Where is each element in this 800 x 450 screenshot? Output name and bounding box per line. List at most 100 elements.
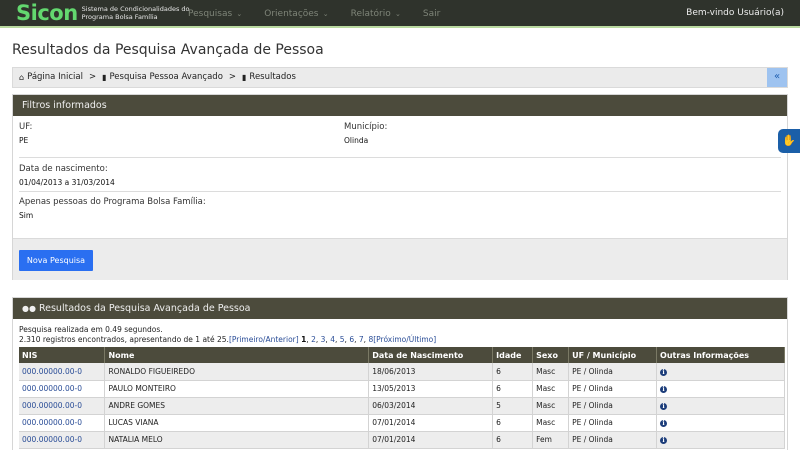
menu-relatorio-label: Relatório xyxy=(350,9,391,19)
cell-idade: 6 xyxy=(492,431,534,449)
menu-sair-label: Sair xyxy=(422,9,441,19)
table-row: 000.00000.00-0 LUCAS VIANA 07/01/2014 6 … xyxy=(19,414,785,432)
nis-link[interactable]: 000.00000.00-0 xyxy=(19,363,106,381)
breadcrumb: ⌂ Página Inicial > ▮ Pesquisa Pessoa Ava… xyxy=(12,67,788,88)
page-link[interactable]: 3 xyxy=(321,335,326,344)
cell-sexo: Fem xyxy=(532,431,570,449)
new-search-button[interactable]: Nova Pesquisa xyxy=(19,250,93,271)
menu-pesquisas[interactable]: Pesquisas ⌄ xyxy=(188,9,242,19)
column-header-nis[interactable]: NIS xyxy=(19,347,106,363)
info-icon[interactable]: i xyxy=(660,368,668,376)
nis-link[interactable]: 000.00000.00-0 xyxy=(19,380,106,398)
filters-footer: Nova Pesquisa xyxy=(13,238,787,280)
cell-nascimento: 07/01/2014 xyxy=(368,414,494,432)
breadcrumb-resultados: Resultados xyxy=(249,72,296,82)
file-icon: ▮ xyxy=(102,72,107,82)
cell-idade: 6 xyxy=(492,414,534,432)
filter-municipio: Município: Olinda xyxy=(344,122,387,145)
page-link[interactable]: 6 xyxy=(349,335,354,344)
users-icon: ●● xyxy=(22,304,36,313)
table-row: 000.00000.00-0 NATALIA MELO 07/01/2014 6… xyxy=(19,431,785,449)
menu-orientacoes[interactable]: Orientações ⌄ xyxy=(264,9,328,19)
filter-municipio-label: Município: xyxy=(344,122,388,132)
breadcrumb-pesquisa[interactable]: Pesquisa Pessoa Avançado xyxy=(109,72,222,82)
filter-uf: UF: PE xyxy=(19,122,32,145)
results-panel: ●● Resultados da Pesquisa Avançada de Pes… xyxy=(12,297,788,450)
cell-outras-informacoes: i xyxy=(656,380,785,398)
results-table: NIS Nome Data de Nascimento Idade Sexo U… xyxy=(19,347,785,449)
cell-nascimento: 06/03/2014 xyxy=(368,397,494,415)
divider xyxy=(19,157,781,158)
brand[interactable]: Sicon Sistema de Condicionalidades do Pr… xyxy=(16,1,200,25)
column-header-sexo[interactable]: Sexo xyxy=(532,347,570,363)
column-header-nascimento[interactable]: Data de Nascimento xyxy=(368,347,494,363)
cell-nome: PAULO MONTEIRO xyxy=(104,380,370,398)
results-count: 2.310 registros encontrados, apresentand… xyxy=(19,335,229,344)
sign-language-icon[interactable]: ✋ xyxy=(778,129,800,153)
welcome-user[interactable]: Bem-vindo Usuário(a) xyxy=(686,8,784,18)
menu-orientacoes-label: Orientações xyxy=(264,9,319,19)
cell-uf-municipio: PE / Olinda xyxy=(568,363,658,381)
filter-uf-label: UF: xyxy=(19,122,33,132)
chevron-down-icon: ⌄ xyxy=(320,10,329,18)
page-link[interactable]: 2 xyxy=(311,335,316,344)
filter-nascimento-value: 01/04/2013 a 31/03/2014 xyxy=(19,178,115,187)
nis-link[interactable]: 000.00000.00-0 xyxy=(19,414,106,432)
info-icon[interactable]: i xyxy=(660,403,668,410)
chevron-down-icon: ⌄ xyxy=(392,10,401,18)
file-icon: ▮ xyxy=(242,72,247,82)
brand-logo[interactable]: Sicon xyxy=(16,1,78,25)
table-header-row: NIS Nome Data de Nascimento Idade Sexo U… xyxy=(19,347,785,363)
cell-outras-informacoes: i xyxy=(656,414,785,432)
cell-idade: 6 xyxy=(492,380,534,398)
menu-sair[interactable]: Sair xyxy=(423,9,440,19)
page-link[interactable]: 7 xyxy=(359,335,364,344)
column-header-nome[interactable]: Nome xyxy=(104,347,370,363)
results-body: Pesquisa realizada em 0.49 segundos. 2.3… xyxy=(13,319,787,449)
filter-nascimento-label: Data de nascimento: xyxy=(19,164,108,174)
results-heading: ●● Resultados da Pesquisa Avançada de Pes… xyxy=(13,298,787,319)
current-page: 1 xyxy=(301,335,307,344)
filter-nascimento: Data de nascimento: 01/04/2013 a 31/03/2… xyxy=(19,164,115,187)
nis-link[interactable]: 000.00000.00-0 xyxy=(19,397,106,415)
table-row: 000.00000.00-0 RONALDO FIGUEIREDO 18/06/… xyxy=(19,363,785,381)
cell-idade: 6 xyxy=(492,363,534,381)
menu-relatorio[interactable]: Relatório ⌄ xyxy=(351,9,401,19)
column-header-uf-municipio[interactable]: UF / Município xyxy=(568,347,658,363)
menu-pesquisas-label: Pesquisas xyxy=(188,9,233,19)
next-last-link[interactable]: [Próximo/Último] xyxy=(373,335,436,344)
cell-sexo: Masc xyxy=(532,380,570,398)
page-title: Resultados da Pesquisa Avançada de Pesso… xyxy=(12,42,324,58)
cell-outras-informacoes: i xyxy=(656,431,785,449)
page-link[interactable]: 4 xyxy=(330,335,335,344)
nis-link[interactable]: 000.00000.00-0 xyxy=(19,431,106,449)
search-timing: Pesquisa realizada em 0.49 segundos. xyxy=(19,325,163,334)
table-row: 000.00000.00-0 ANDRE GOMES 06/03/2014 5 … xyxy=(19,397,785,415)
chevron-down-icon: ⌄ xyxy=(234,10,243,18)
breadcrumb-separator: > xyxy=(228,72,237,82)
breadcrumb-separator: > xyxy=(88,72,97,82)
cell-uf-municipio: PE / Olinda xyxy=(568,414,658,432)
info-icon[interactable]: i xyxy=(660,437,668,444)
breadcrumb-home[interactable]: Página Inicial xyxy=(27,72,83,82)
main-menu: Pesquisas ⌄ Orientações ⌄ Relatório ⌄ Sa… xyxy=(188,0,462,28)
collapse-button[interactable]: « xyxy=(767,68,787,87)
first-prev-link[interactable]: [Primeiro/Anterior] xyxy=(229,335,299,344)
cell-outras-informacoes: i xyxy=(656,363,785,381)
filter-uf-value: PE xyxy=(19,136,29,145)
cell-nome: RONALDO FIGUEIREDO xyxy=(104,363,370,381)
info-icon[interactable]: i xyxy=(660,386,668,393)
cell-sexo: Masc xyxy=(532,397,570,415)
filter-bolsa-label: Apenas pessoas do Programa Bolsa Família… xyxy=(19,197,206,207)
cell-sexo: Masc xyxy=(532,363,570,381)
cell-nome: ANDRE GOMES xyxy=(104,397,370,415)
cell-nome: NATALIA MELO xyxy=(104,431,370,449)
top-navbar: Sicon Sistema de Condicionalidades do Pr… xyxy=(0,0,800,28)
info-icon[interactable]: i xyxy=(660,420,668,427)
column-header-idade[interactable]: Idade xyxy=(492,347,534,363)
column-header-outras-informacoes: Outras Informações xyxy=(656,347,785,363)
cell-sexo: Masc xyxy=(532,414,570,432)
page-link[interactable]: 5 xyxy=(340,335,345,344)
filter-municipio-value: Olinda xyxy=(344,136,369,145)
filters-heading: Filtros informados xyxy=(13,95,787,116)
